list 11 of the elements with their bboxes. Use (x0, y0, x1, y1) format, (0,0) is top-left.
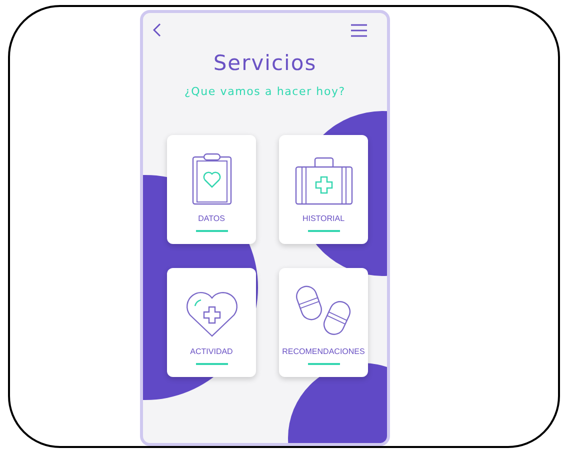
screen-subtitle: ¿Que vamos a hacer hoy? (184, 85, 346, 98)
screen-title: Servicios (212, 51, 318, 75)
heart-cross-icon (184, 290, 238, 338)
service-card[interactable]: HISTORIAL (279, 135, 368, 244)
service-card[interactable]: DATOS (167, 135, 256, 244)
service-card[interactable]: RECOMENDACIONES (279, 268, 368, 377)
pills-icon (294, 284, 352, 338)
back-icon[interactable] (153, 23, 161, 37)
medical-case-icon (294, 157, 352, 205)
service-card[interactable]: ACTIVIDAD (167, 268, 256, 377)
menu-icon[interactable] (351, 24, 367, 36)
